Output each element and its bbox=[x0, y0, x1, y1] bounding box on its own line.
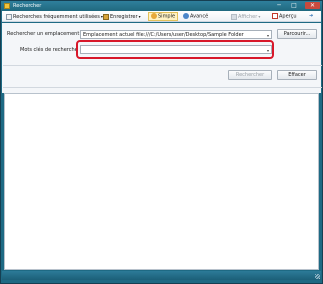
divider bbox=[3, 65, 322, 66]
magnifier-icon bbox=[151, 13, 157, 19]
keywords-highlight-outline bbox=[76, 40, 274, 59]
window-title: Rechercher bbox=[13, 3, 42, 9]
pin-icon[interactable]: ➜ bbox=[309, 13, 313, 20]
location-value: Emplacement actuel file:///C:/Users/user… bbox=[83, 32, 244, 38]
display-icon bbox=[231, 13, 237, 20]
search-button[interactable]: Rechercher bbox=[228, 70, 272, 80]
clear-button[interactable]: Effacer bbox=[277, 70, 317, 80]
status-bar bbox=[2, 271, 321, 280]
toolbar: Recherches fréquemment utilisées▾ Enregi… bbox=[2, 11, 321, 22]
maximize-button[interactable]: □ bbox=[289, 2, 299, 9]
search-window: Rechercher ─ □ ✕ Recherches fréquemment … bbox=[0, 0, 323, 284]
resize-grip-icon[interactable] bbox=[315, 274, 320, 279]
display-label: Afficher bbox=[238, 14, 258, 20]
list-icon bbox=[6, 13, 12, 20]
location-dropdown[interactable]: Emplacement actuel file:///C:/Users/user… bbox=[80, 30, 272, 39]
close-button[interactable]: ✕ bbox=[305, 2, 320, 9]
simple-mode-button[interactable]: Simple bbox=[148, 12, 179, 21]
chevron-down-icon: ▾ bbox=[258, 14, 261, 19]
minimize-button[interactable]: ─ bbox=[274, 2, 284, 9]
preview-icon bbox=[272, 13, 278, 19]
results-pane[interactable] bbox=[4, 93, 319, 270]
frequent-searches-menu[interactable]: Recherches fréquemment utilisées▾ bbox=[6, 13, 103, 20]
app-icon bbox=[4, 3, 10, 9]
preview-label: Aperçu bbox=[279, 13, 297, 20]
chevron-down-icon: ▾ bbox=[266, 33, 269, 38]
save-label: Enregistrer bbox=[110, 14, 138, 20]
browse-button[interactable]: Parcourir... bbox=[277, 29, 317, 39]
chevron-down-icon: ▾ bbox=[138, 14, 141, 19]
divider bbox=[3, 87, 322, 88]
save-button[interactable]: Enregistrer▾ bbox=[103, 13, 141, 20]
simple-mode-label: Simple bbox=[158, 13, 176, 20]
advanced-mode-label: Avancé bbox=[190, 13, 209, 20]
advanced-search-icon bbox=[183, 13, 189, 19]
frequent-searches-label: Recherches fréquemment utilisées bbox=[13, 14, 100, 20]
location-label: Rechercher un emplacement : bbox=[7, 31, 83, 37]
display-menu[interactable]: Afficher▾ bbox=[231, 13, 260, 20]
advanced-mode-button[interactable]: Avancé bbox=[183, 13, 208, 20]
preview-button[interactable]: Aperçu bbox=[272, 13, 297, 20]
title-bar[interactable]: Rechercher ─ □ ✕ bbox=[1, 1, 322, 11]
keywords-label: Mots clés de recherche : bbox=[20, 47, 82, 53]
save-icon bbox=[103, 13, 109, 20]
